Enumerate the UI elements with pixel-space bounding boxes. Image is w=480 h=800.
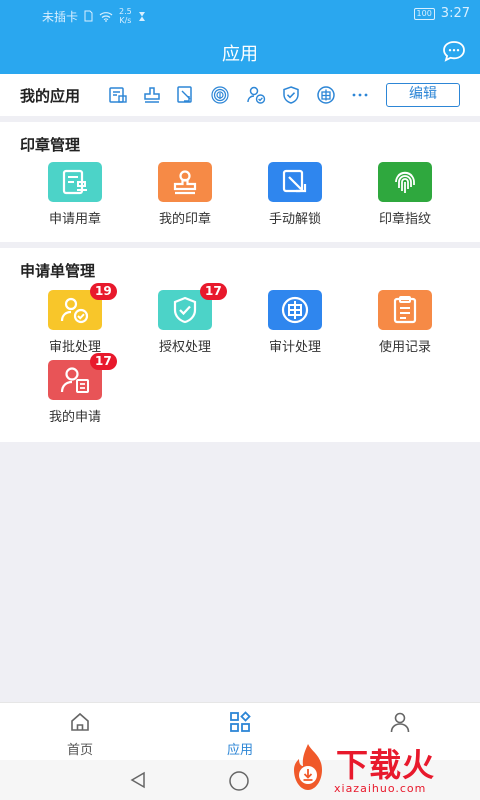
audit-tile[interactable]: 审计处理	[240, 290, 350, 355]
watermark-text: 下载火	[336, 746, 436, 784]
notification-badge: 19	[90, 283, 117, 300]
authorization-tile[interactable]: 17 授权处理	[130, 283, 240, 355]
speed-unit: K/s	[119, 16, 132, 25]
my-seal-tile[interactable]: 我的印章	[130, 162, 240, 227]
tile-label: 审计处理	[268, 340, 321, 355]
page-title: 应用	[222, 44, 258, 65]
watermark: 下载火 xiazaihuo.com	[282, 738, 480, 800]
tile-label: 授权处理	[158, 340, 211, 355]
fingerprint-icon[interactable]	[210, 85, 230, 105]
fingerprint-tile[interactable]: 印章指纹	[350, 162, 460, 227]
wifi-icon	[99, 11, 113, 22]
seal-management-section: 印章管理 申请用章 我的印章 手动解锁 印章指纹	[0, 122, 480, 242]
home-circle-icon[interactable]	[228, 770, 250, 792]
flame-logo-icon	[294, 744, 322, 790]
chat-bubble-icon[interactable]	[442, 40, 466, 62]
my-apps-label: 我的应用	[20, 87, 81, 105]
my-request-tile[interactable]: 17 我的申请	[20, 353, 130, 425]
title-bar: 应用	[0, 30, 480, 74]
manual-unlock-icon[interactable]	[176, 85, 196, 105]
my-apps-bar: 我的应用 编辑	[0, 74, 480, 116]
carrier-text: 未插卡	[42, 9, 79, 24]
audit-icon[interactable]	[316, 85, 336, 105]
battery-icon: 100	[413, 7, 435, 20]
more-icon[interactable]	[350, 85, 370, 105]
tile-label: 我的印章	[158, 212, 211, 227]
edit-button[interactable]: 编辑	[386, 83, 460, 107]
manual-unlock-tile[interactable]: 手动解锁	[240, 162, 350, 227]
status-right: 100 3:27	[413, 6, 470, 21]
clock: 3:27	[440, 6, 470, 21]
speed-value: 2.5	[119, 7, 132, 16]
apply-seal-icon	[48, 162, 102, 202]
apply-seal-tile[interactable]: 申请用章	[20, 162, 130, 227]
approval-tile[interactable]: 19 审批处理	[20, 283, 130, 355]
sim-icon	[84, 10, 93, 22]
tile-label: 印章指纹	[378, 212, 431, 227]
notification-badge: 17	[90, 353, 117, 370]
tab-label: 首页	[66, 743, 93, 758]
home-icon	[71, 712, 89, 731]
my-seal-icon[interactable]	[142, 85, 162, 105]
my-seal-icon	[158, 162, 212, 202]
watermark-url: xiazaihuo.com	[334, 782, 427, 795]
tab-home[interactable]: 首页	[0, 703, 160, 761]
back-icon[interactable]	[128, 770, 148, 790]
tile-label: 审批处理	[48, 340, 101, 355]
apps-icon	[230, 711, 251, 732]
manual-unlock-icon	[268, 162, 322, 202]
apply-seal-icon[interactable]	[108, 85, 128, 105]
section-title: 申请单管理	[20, 262, 96, 280]
status-bar: 未插卡 2.5 K/s 100 3:27	[0, 0, 480, 30]
tile-label: 申请用章	[48, 212, 101, 227]
network-speed: 2.5 K/s	[119, 7, 132, 25]
request-management-section: 申请单管理 19 审批处理 17 授权处理 审计处理 使用记录 17 我的申请	[0, 248, 480, 442]
usage-record-tile[interactable]: 使用记录	[350, 290, 460, 355]
hourglass-icon	[138, 11, 145, 21]
person-icon	[390, 712, 410, 733]
notification-badge: 17	[200, 283, 227, 300]
tile-label: 手动解锁	[268, 212, 321, 227]
usage-record-icon	[378, 290, 432, 330]
tile-label: 我的申请	[48, 410, 101, 425]
approval-icon[interactable]	[246, 85, 266, 105]
authorization-icon[interactable]	[281, 85, 301, 105]
fingerprint-icon	[378, 162, 432, 202]
section-title: 印章管理	[20, 136, 81, 154]
tile-label: 使用记录	[378, 340, 431, 355]
audit-icon	[268, 290, 322, 330]
status-left: 未插卡 2.5 K/s	[42, 7, 146, 25]
